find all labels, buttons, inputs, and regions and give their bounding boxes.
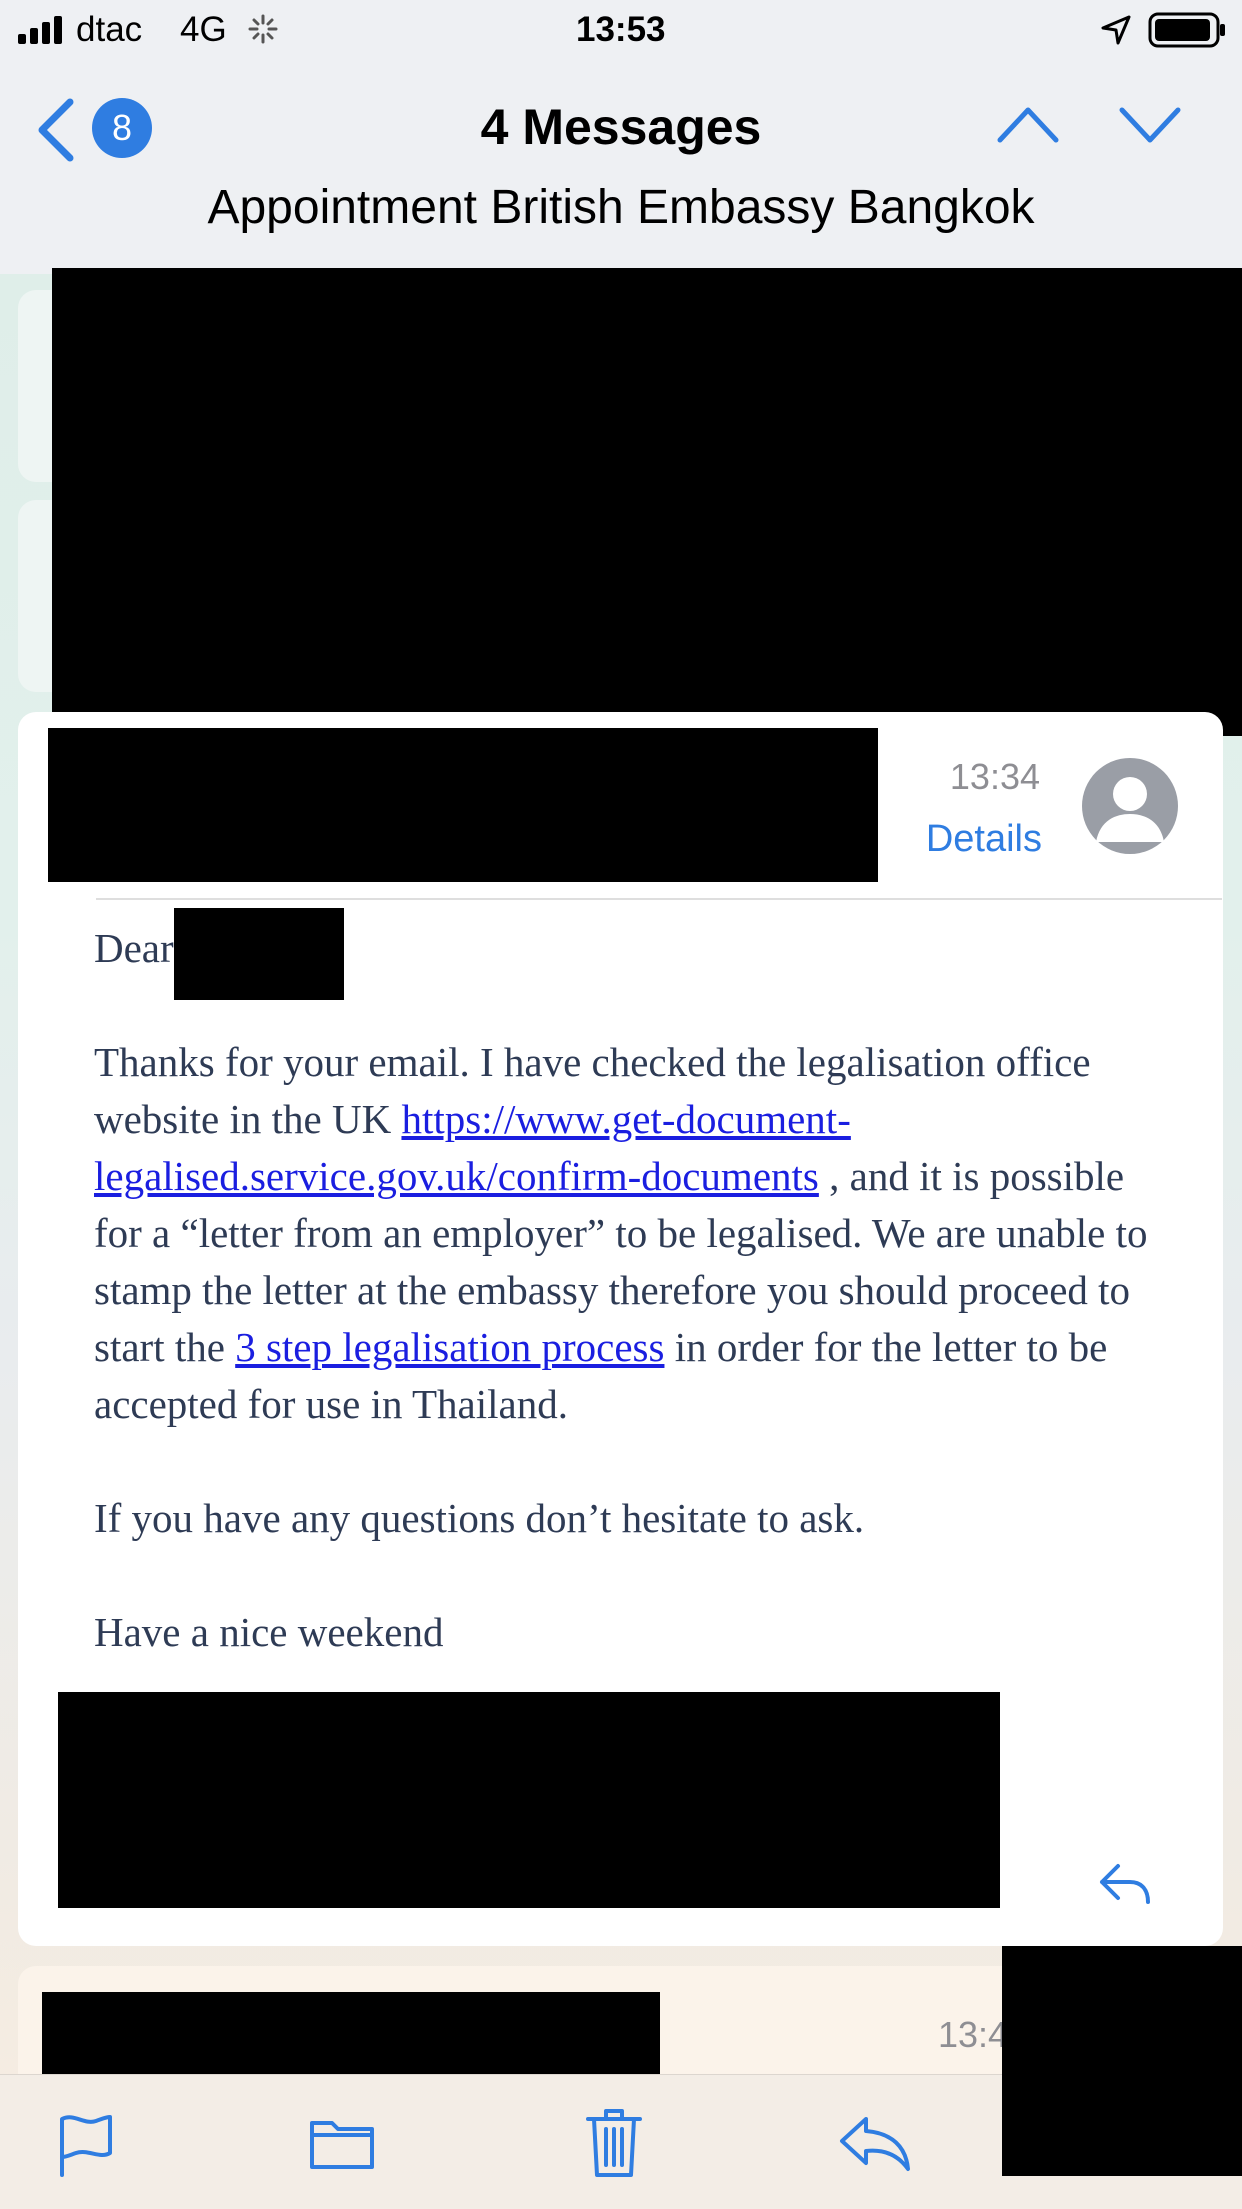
redaction-block xyxy=(48,728,878,882)
previous-message-icon[interactable] xyxy=(996,104,1060,144)
reply-toolbar-icon[interactable] xyxy=(836,2113,912,2173)
reply-icon[interactable] xyxy=(1098,1862,1152,1906)
message-paragraph: If you have any questions don’t hesitate… xyxy=(94,1495,865,1541)
message-paragraph: Thanks for your email. I have checked th… xyxy=(94,1034,1154,1433)
message-paragraph: Have a nice weekend xyxy=(94,1609,444,1655)
status-bar: dtac 4G 13:53 xyxy=(0,0,1242,62)
header-divider xyxy=(96,898,1222,900)
navigation-bar: 8 4 Messages Appointment British Embassy… xyxy=(0,62,1242,275)
location-arrow-icon xyxy=(1101,15,1131,45)
redaction-block xyxy=(42,1992,660,2074)
redaction-block xyxy=(174,908,344,1000)
carrier-label: dtac xyxy=(76,10,143,49)
next-message-icon[interactable] xyxy=(1118,104,1182,144)
next-message-time: 13:4 xyxy=(938,2014,1009,2055)
redaction-block xyxy=(1002,1946,1242,2176)
redaction-block xyxy=(52,268,1242,736)
folder-icon[interactable] xyxy=(308,2113,376,2171)
avatar-icon[interactable] xyxy=(1082,758,1178,854)
message-time: 13:34 xyxy=(949,756,1040,797)
thread-subject: Appointment British Embassy Bangkok xyxy=(207,181,1035,234)
battery-icon xyxy=(1148,12,1225,48)
signal-icon xyxy=(18,16,62,44)
loading-icon xyxy=(248,14,278,44)
redaction-block xyxy=(58,1692,1000,1908)
clock: 13:53 xyxy=(576,10,666,49)
flag-icon[interactable] xyxy=(56,2113,116,2177)
greeting: Dear xyxy=(94,925,174,971)
legalisation-process-link[interactable]: 3 step legalisation process xyxy=(235,1324,664,1370)
details-link[interactable]: Details xyxy=(880,818,1042,861)
trash-icon[interactable] xyxy=(584,2107,644,2179)
network-label: 4G xyxy=(180,10,227,49)
